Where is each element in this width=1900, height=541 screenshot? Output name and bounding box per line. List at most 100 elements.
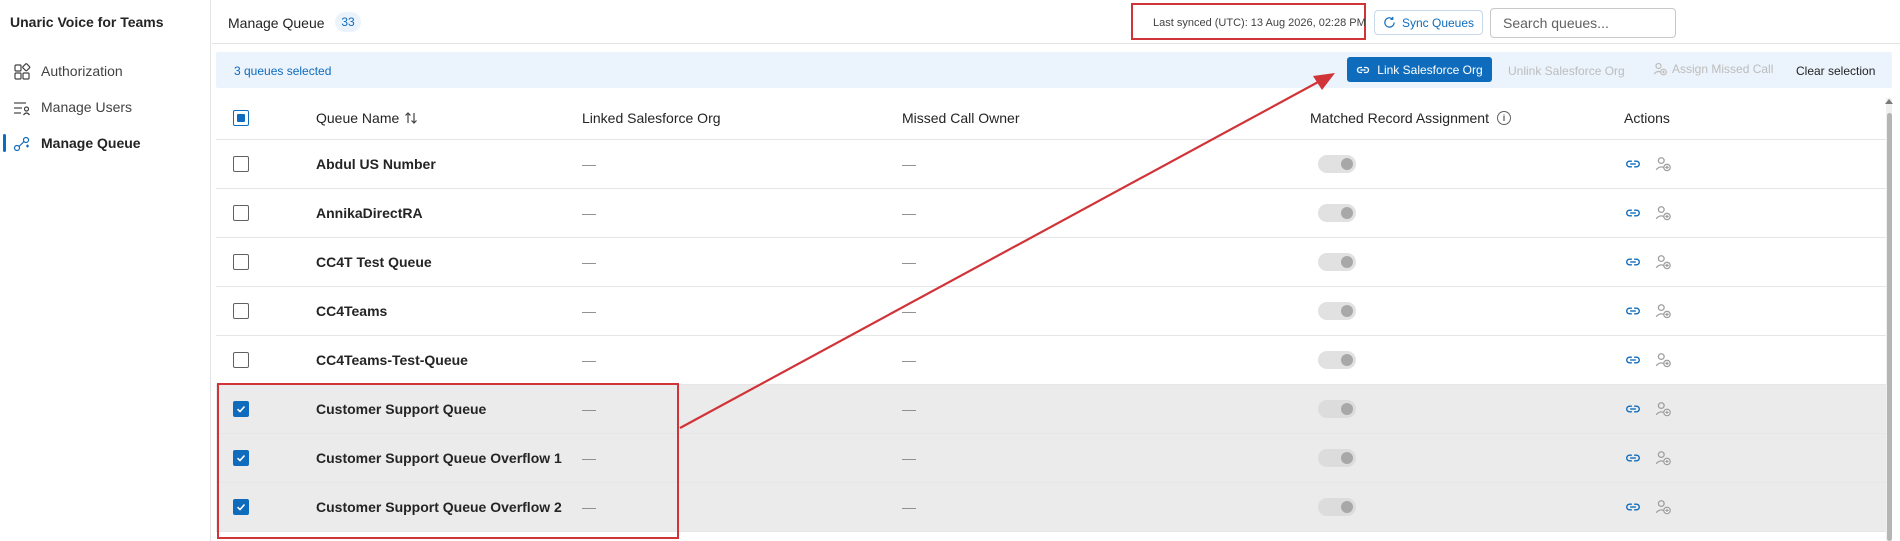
queue-count-badge: 33 bbox=[335, 12, 361, 32]
queue-name-cell: Customer Support Queue Overflow 2 bbox=[316, 483, 562, 531]
search-input[interactable] bbox=[1490, 8, 1676, 38]
queue-name-cell: Abdul US Number bbox=[316, 140, 436, 188]
link-salesforce-org-label: Link Salesforce Org bbox=[1377, 62, 1483, 77]
matched-record-cell bbox=[1318, 336, 1356, 384]
link-icon[interactable] bbox=[1625, 401, 1641, 417]
queue-flow-icon bbox=[13, 136, 30, 152]
table-row[interactable]: Customer Support Queue Overflow 2 — — bbox=[216, 483, 1888, 532]
table-row[interactable]: CC4T Test Queue — — bbox=[216, 238, 1888, 287]
sidebar: Unaric Voice for Teams Authorization Man… bbox=[0, 0, 211, 541]
matched-record-toggle[interactable] bbox=[1318, 449, 1356, 467]
link-salesforce-org-button[interactable]: Link Salesforce Org bbox=[1347, 57, 1492, 82]
last-synced-text: Last synced (UTC): 13 Aug 2026, 02:28 PM bbox=[1153, 17, 1366, 29]
column-header-actions: Actions bbox=[1624, 96, 1670, 139]
assign-missed-call-button[interactable]: Assign Missed Call bbox=[1653, 62, 1773, 76]
row-select-cell bbox=[233, 336, 249, 384]
matched-record-toggle[interactable] bbox=[1318, 302, 1356, 320]
link-icon[interactable] bbox=[1625, 499, 1641, 515]
link-icon[interactable] bbox=[1625, 156, 1641, 172]
table-row[interactable]: Customer Support Queue Overflow 1 — — bbox=[216, 434, 1888, 483]
link-icon[interactable] bbox=[1625, 352, 1641, 368]
scrollbar-thumb[interactable] bbox=[1887, 113, 1892, 541]
row-select-cell bbox=[233, 483, 249, 531]
row-actions-cell bbox=[1625, 336, 1671, 384]
matched-record-toggle[interactable] bbox=[1318, 253, 1356, 271]
table-header-row: Queue Name Linked Salesforce Org Missed … bbox=[216, 96, 1888, 140]
matched-record-toggle[interactable] bbox=[1318, 400, 1356, 418]
row-checkbox[interactable] bbox=[233, 352, 249, 368]
sidebar-item-label: Manage Queue bbox=[41, 135, 141, 151]
column-header-missed-call-owner: Missed Call Owner bbox=[902, 96, 1019, 139]
link-icon[interactable] bbox=[1625, 254, 1641, 270]
person-add-icon[interactable] bbox=[1655, 401, 1671, 417]
row-select-cell bbox=[233, 189, 249, 237]
row-checkbox[interactable] bbox=[233, 156, 249, 172]
link-icon[interactable] bbox=[1625, 205, 1641, 221]
table-row[interactable]: Customer Support Queue — — bbox=[216, 385, 1888, 434]
row-checkbox[interactable] bbox=[233, 499, 249, 515]
linked-org-value: — bbox=[582, 352, 596, 368]
linked-org-cell: — bbox=[582, 483, 596, 531]
sidebar-item-authorization[interactable]: Authorization bbox=[0, 55, 210, 87]
sync-queues-button[interactable]: Sync Queues bbox=[1374, 10, 1483, 35]
matched-record-toggle[interactable] bbox=[1318, 155, 1356, 173]
missed-call-owner-value: — bbox=[902, 254, 916, 270]
table-row[interactable]: CC4Teams-Test-Queue — — bbox=[216, 336, 1888, 385]
link-icon[interactable] bbox=[1625, 303, 1641, 319]
missed-call-owner-value: — bbox=[902, 401, 916, 417]
person-add-icon[interactable] bbox=[1655, 156, 1671, 172]
sidebar-item-manage-users[interactable]: Manage Users bbox=[0, 91, 210, 123]
matched-record-cell bbox=[1318, 287, 1356, 335]
linked-org-value: — bbox=[582, 156, 596, 172]
matched-record-cell bbox=[1318, 189, 1356, 237]
person-add-icon[interactable] bbox=[1655, 352, 1671, 368]
select-all-cell bbox=[233, 96, 249, 139]
column-header-label: Matched Record Assignment bbox=[1310, 109, 1489, 126]
missed-call-owner-cell: — bbox=[902, 483, 916, 531]
row-checkbox[interactable] bbox=[233, 401, 249, 417]
unlink-salesforce-org-button[interactable]: Unlink Salesforce Org bbox=[1508, 64, 1625, 78]
selection-toolbar: 3 queues selected Link Salesforce Org Un… bbox=[216, 52, 1892, 88]
row-select-cell bbox=[233, 287, 249, 335]
missed-call-owner-value: — bbox=[902, 205, 916, 221]
queue-name-cell: Customer Support Queue Overflow 1 bbox=[316, 434, 562, 482]
table-row[interactable]: Abdul US Number — — bbox=[216, 140, 1888, 189]
missed-call-owner-cell: — bbox=[902, 434, 916, 482]
table-row[interactable]: CC4Teams — — bbox=[216, 287, 1888, 336]
person-add-icon[interactable] bbox=[1655, 499, 1671, 515]
column-header-queue-name[interactable]: Queue Name bbox=[316, 96, 418, 139]
row-checkbox[interactable] bbox=[233, 450, 249, 466]
linked-org-value: — bbox=[582, 450, 596, 466]
row-checkbox[interactable] bbox=[233, 205, 249, 221]
column-header-linked-org: Linked Salesforce Org bbox=[582, 96, 721, 139]
row-checkbox[interactable] bbox=[233, 303, 249, 319]
info-icon[interactable]: i bbox=[1496, 110, 1511, 125]
row-checkbox[interactable] bbox=[233, 254, 249, 270]
link-icon[interactable] bbox=[1625, 450, 1641, 466]
missed-call-owner-cell: — bbox=[902, 287, 916, 335]
matched-record-cell bbox=[1318, 483, 1356, 531]
linked-org-value: — bbox=[582, 303, 596, 319]
person-add-icon[interactable] bbox=[1655, 450, 1671, 466]
apps-icon bbox=[14, 63, 31, 80]
row-select-cell bbox=[233, 434, 249, 482]
scroll-up-arrow-icon[interactable] bbox=[1885, 99, 1893, 104]
clear-selection-button[interactable]: Clear selection bbox=[1796, 64, 1875, 78]
missed-call-owner-value: — bbox=[902, 499, 916, 515]
row-actions-cell bbox=[1625, 434, 1671, 482]
person-add-icon[interactable] bbox=[1655, 254, 1671, 270]
matched-record-toggle[interactable] bbox=[1318, 498, 1356, 516]
person-add-icon[interactable] bbox=[1655, 303, 1671, 319]
sort-icon bbox=[405, 111, 418, 124]
table-row[interactable]: AnnikaDirectRA — — bbox=[216, 189, 1888, 238]
missed-call-owner-cell: — bbox=[902, 336, 916, 384]
person-add-icon[interactable] bbox=[1655, 205, 1671, 221]
missed-call-owner-cell: — bbox=[902, 385, 916, 433]
matched-record-toggle[interactable] bbox=[1318, 204, 1356, 222]
sync-queues-label: Sync Queues bbox=[1401, 15, 1475, 30]
select-all-checkbox[interactable] bbox=[233, 109, 249, 126]
matched-record-cell bbox=[1318, 385, 1356, 433]
checkmark-icon bbox=[236, 405, 246, 413]
sidebar-item-manage-queue[interactable]: Manage Queue bbox=[0, 127, 210, 159]
matched-record-toggle[interactable] bbox=[1318, 351, 1356, 369]
